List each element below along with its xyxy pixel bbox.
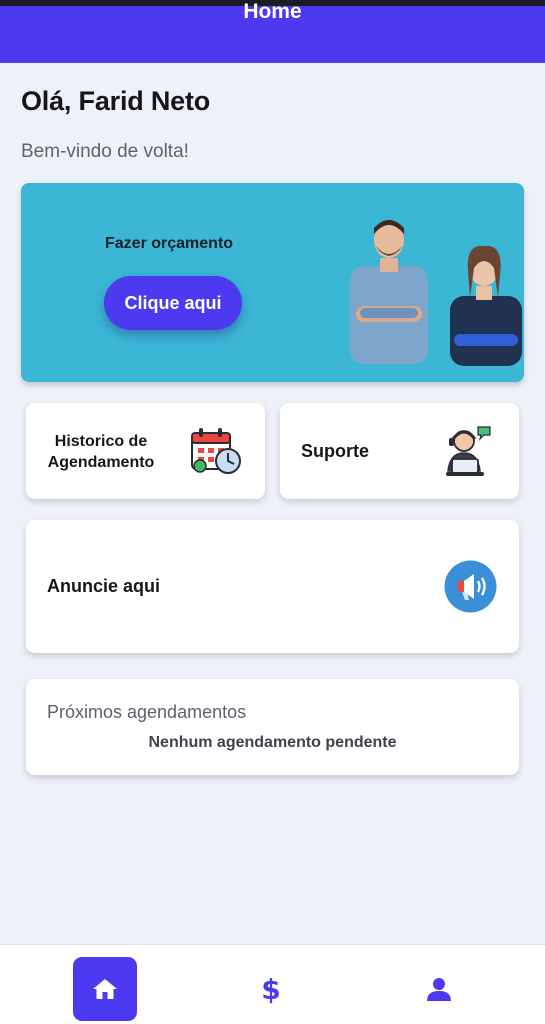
nav-profile-button[interactable] bbox=[407, 957, 471, 1021]
advertise-card[interactable]: Anuncie aqui bbox=[26, 520, 519, 653]
welcome-text: Bem-vindo de volta! bbox=[21, 141, 189, 162]
home-icon bbox=[93, 979, 117, 999]
nav-home-button[interactable] bbox=[73, 957, 137, 1021]
upcoming-appointments-title: Próximos agendamentos bbox=[47, 702, 247, 722]
history-card-label: Historico de Agendamento bbox=[47, 433, 155, 471]
support-card-label: Suporte bbox=[301, 441, 370, 461]
bottom-navigation: $ bbox=[0, 944, 545, 1024]
megaphone-icon bbox=[444, 560, 497, 613]
click-here-button[interactable]: Clique aqui bbox=[104, 276, 242, 330]
advertise-card-label: Anuncie aqui bbox=[47, 576, 161, 596]
greeting-title: Olá, Farid Neto bbox=[21, 86, 211, 116]
quote-banner: Fazer orçamento Clique aqui bbox=[21, 183, 524, 382]
professionals-illustration bbox=[350, 220, 522, 366]
support-agent-icon bbox=[446, 426, 491, 476]
quote-banner-label: Fazer orçamento bbox=[105, 235, 234, 252]
history-card[interactable]: Historico de Agendamento bbox=[26, 403, 265, 499]
nav-payments-button[interactable]: $ bbox=[239, 957, 303, 1021]
upcoming-appointments-card: Próximos agendamentos Nenhum agendamento… bbox=[26, 679, 519, 775]
no-appointments-message: Nenhum agendamento pendente bbox=[148, 734, 397, 751]
app-bar-title: Home bbox=[243, 0, 302, 23]
calendar-clock-icon bbox=[191, 428, 241, 474]
person-icon bbox=[427, 978, 451, 1001]
support-card[interactable]: Suporte bbox=[280, 403, 519, 499]
app-bar: Home bbox=[0, 0, 545, 63]
dollar-icon: $ bbox=[261, 972, 281, 1006]
